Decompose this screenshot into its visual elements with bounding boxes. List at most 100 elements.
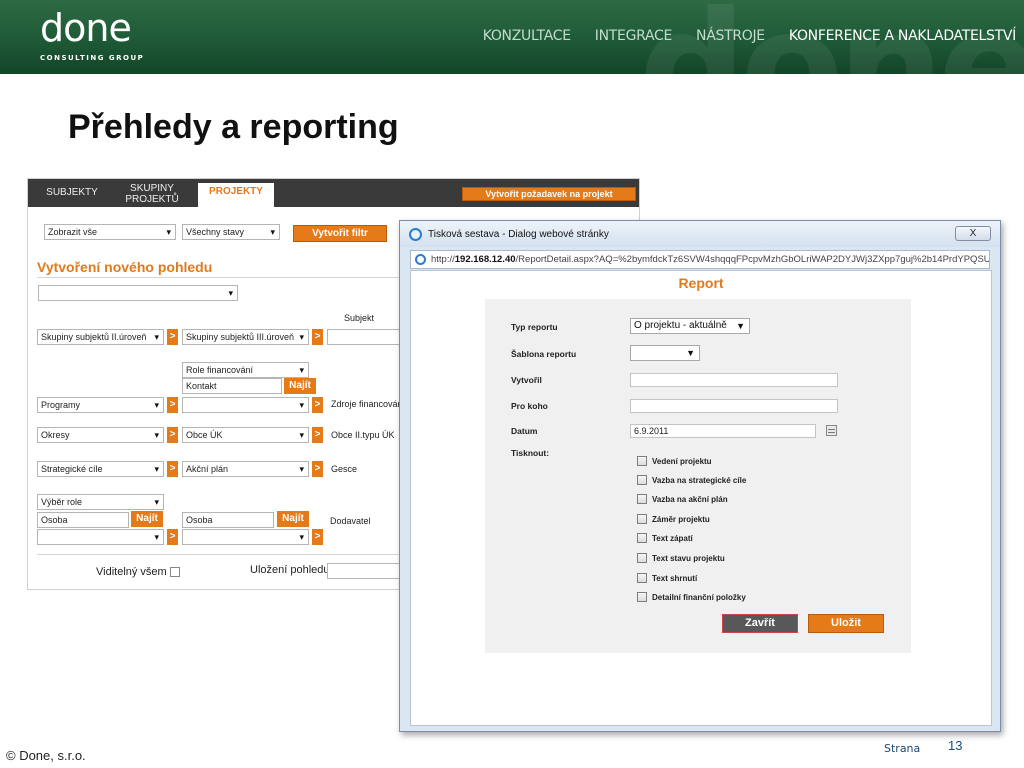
address-path: /ReportDetail.aspx?AQ=%2bymfdckTz6SVW4sh… — [515, 254, 990, 265]
tab-skupiny-projektu[interactable]: SKUPINY PROJEKTŮ — [120, 183, 184, 205]
create-request-button[interactable]: Vytvořit požadavek na projekt — [462, 187, 636, 201]
checkbox[interactable] — [637, 514, 647, 524]
checkbox[interactable] — [637, 456, 647, 466]
address-prefix: http:// — [431, 254, 455, 265]
osoba-input-2[interactable]: Osoba — [182, 512, 274, 528]
add-akcni-button[interactable]: > — [312, 461, 323, 477]
najit-osoba-1-button[interactable]: Najít — [131, 511, 163, 527]
report-title: Report — [678, 275, 724, 291]
nav-konzultace[interactable]: KONZULTACE — [483, 28, 571, 44]
save-view-input[interactable] — [327, 563, 407, 579]
osoba-input-1[interactable]: Osoba — [37, 512, 129, 528]
slide-title: Přehledy a reporting — [68, 108, 399, 146]
strategicke-select[interactable]: Strategické cíle — [37, 461, 164, 477]
top-navigation: KONZULTACE INTEGRACE NÁSTROJE KONFERENCE… — [483, 28, 1017, 44]
pro-koho-input[interactable] — [630, 399, 838, 413]
checkbox-label: Text stavu projektu — [652, 554, 725, 563]
visible-all-label: Viditelný všem — [96, 566, 167, 578]
typ-label: Typ reportu — [511, 322, 558, 332]
address-bar[interactable]: http://192.168.12.40/ReportDetail.aspx?A… — [410, 250, 990, 269]
checkbox[interactable] — [637, 573, 647, 583]
typ-reportu-select[interactable]: O projektu - aktuálně ▼ — [630, 318, 750, 334]
page-label: Strana — [884, 742, 921, 755]
najit-kontakt-button[interactable]: Najít — [284, 378, 316, 394]
checkbox-label: Detailní finanční položky — [652, 593, 746, 602]
slide: done done CONSULTING GROUP KONZULTACE IN… — [0, 0, 1024, 768]
chevron-down-icon: ▼ — [736, 321, 745, 331]
skupiny2-select[interactable]: Skupiny subjektů II.úroveň — [37, 329, 164, 345]
page-icon — [415, 254, 426, 265]
nav-konference[interactable]: KONFERENCE A NAKLADATELSTVÍ — [789, 28, 1016, 44]
address-host: 192.168.12.40 — [454, 254, 516, 265]
add-programy-button[interactable]: > — [167, 397, 178, 413]
nav-integrace[interactable]: INTEGRACE — [595, 28, 673, 44]
save-button[interactable]: Uložit — [808, 614, 884, 633]
checkbox-label: Vazba na akční plán — [652, 495, 728, 504]
datum-input[interactable]: 6.9.2011 — [630, 424, 816, 438]
add-skupiny3-button[interactable]: > — [312, 329, 323, 345]
checkbox[interactable] — [637, 475, 647, 485]
pro-koho-label: Pro koho — [511, 401, 548, 411]
programy-select[interactable]: Programy — [37, 397, 164, 413]
add-empty-1-button[interactable]: > — [167, 529, 178, 545]
obce-ii-label: Obce II.typu ÚK — [331, 430, 395, 440]
dialog-close-button[interactable]: X — [955, 226, 991, 241]
header-band: done done CONSULTING GROUP KONZULTACE IN… — [0, 0, 1024, 74]
zdroje-label: Zdroje financován — [331, 399, 403, 409]
add-strategicke-button[interactable]: > — [167, 461, 178, 477]
empty-select-1[interactable] — [37, 529, 164, 545]
page-number: 13 — [948, 738, 963, 753]
browser-icon — [409, 228, 422, 241]
typ-reportu-value: O projektu - aktuálně — [634, 320, 727, 331]
add-obce-button[interactable]: > — [312, 427, 323, 443]
dodavatel-label: Dodavatel — [330, 516, 371, 526]
checkbox[interactable] — [637, 592, 647, 602]
subjekt-input[interactable] — [327, 329, 407, 345]
create-filter-button[interactable]: Vytvořit filtr — [293, 225, 387, 242]
vytvoril-label: Vytvořil — [511, 375, 542, 385]
add-okresy-button[interactable]: > — [167, 427, 178, 443]
visible-all-checkbox[interactable] — [170, 567, 180, 577]
obce-uk-select[interactable]: Obce ÚK — [182, 427, 309, 443]
view-select[interactable] — [38, 285, 238, 301]
tab-subjekty[interactable]: SUBJEKTY — [42, 187, 102, 198]
tisknout-label: Tisknout: — [511, 448, 550, 458]
kontakt-input[interactable]: Kontakt — [182, 378, 282, 394]
checkbox-label: Text shrnutí — [652, 574, 698, 583]
add-skupiny2-button[interactable]: > — [167, 329, 178, 345]
report-dialog: Tisková sestava - Dialog webové stránky … — [399, 220, 1001, 732]
vytvoril-input[interactable] — [630, 373, 838, 387]
section-title: Vytvoření nového pohledu — [37, 259, 213, 275]
calendar-icon[interactable] — [826, 425, 837, 436]
filter-states-select[interactable]: Všechny stavy — [182, 224, 280, 240]
add-empty-2-button[interactable]: > — [312, 529, 323, 545]
akcni-select[interactable]: Akční plán — [182, 461, 309, 477]
programy2-select[interactable] — [182, 397, 309, 413]
najit-osoba-2-button[interactable]: Najít — [277, 511, 309, 527]
sablona-select[interactable]: ▼ — [630, 345, 700, 361]
empty-select-2[interactable] — [182, 529, 309, 545]
close-icon: X — [969, 228, 977, 239]
checkbox[interactable] — [637, 553, 647, 563]
nav-nastroje[interactable]: NÁSTROJE — [696, 28, 765, 44]
tab-projekty[interactable]: PROJEKTY — [198, 183, 274, 207]
checkbox[interactable] — [637, 494, 647, 504]
checkbox-label: Vedení projektu — [652, 457, 712, 466]
checkbox-label: Vazba na strategické cíle — [652, 476, 747, 485]
save-view-label: Uložení pohledu — [250, 564, 330, 576]
close-button[interactable]: Zavřít — [722, 614, 798, 633]
checkbox[interactable] — [637, 533, 647, 543]
vyber-role-select[interactable]: Výběr role — [37, 494, 164, 510]
okresy-select[interactable]: Okresy — [37, 427, 164, 443]
datum-label: Datum — [511, 426, 538, 436]
gesce-label: Gesce — [331, 464, 358, 474]
dialog-title: Tisková sestava - Dialog webové stránky — [428, 229, 609, 240]
add-programy2-button[interactable]: > — [312, 397, 323, 413]
report-form-panel: Typ reportu O projektu - aktuálně ▼ Šablo… — [485, 299, 911, 653]
skupiny3-select[interactable]: Skupiny subjektů III.úroveň — [182, 329, 309, 345]
checkbox-label: Záměr projektu — [652, 515, 710, 524]
logo: done — [40, 6, 132, 50]
role-fin-select[interactable]: Role financování — [182, 362, 309, 378]
filter-show-select[interactable]: Zobrazit vše — [44, 224, 176, 240]
chevron-down-icon: ▼ — [686, 348, 695, 358]
